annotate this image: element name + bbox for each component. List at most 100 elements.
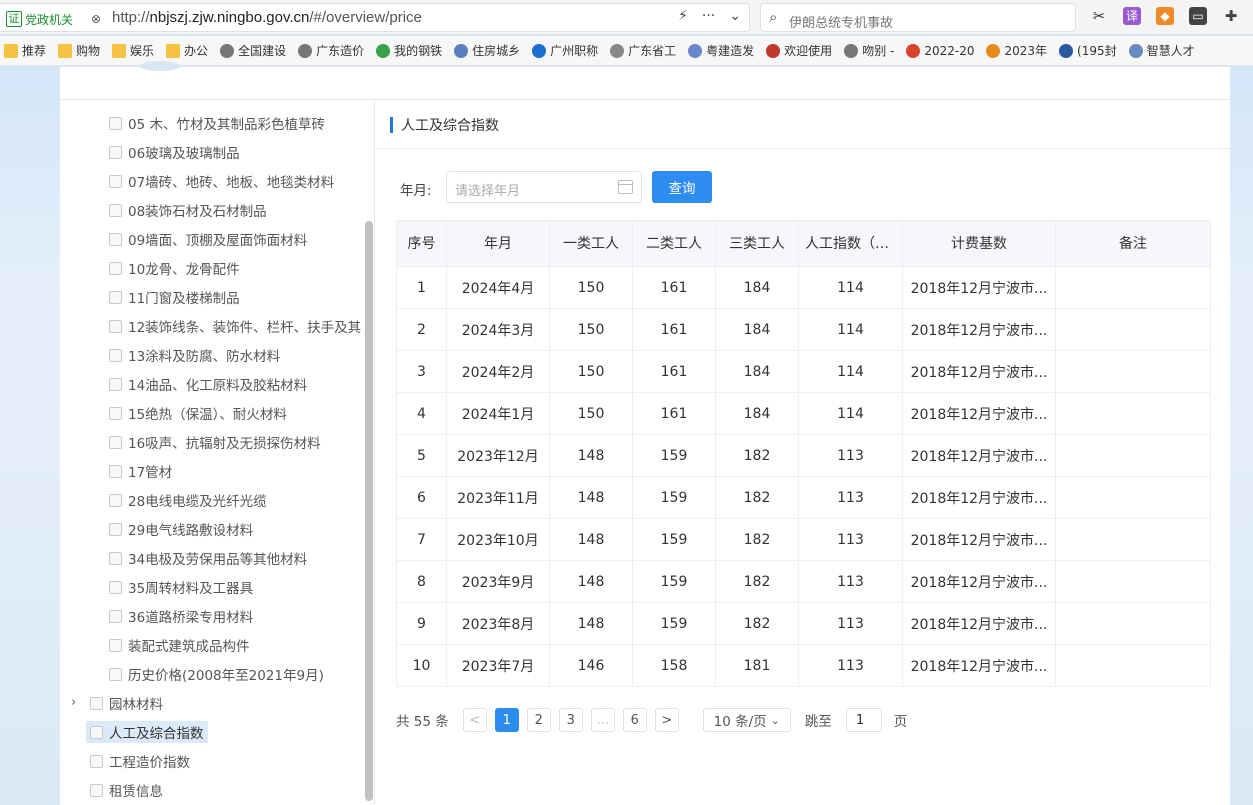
tree-checkbox[interactable] — [109, 261, 122, 275]
game-icon[interactable]: ◆ — [1156, 7, 1174, 25]
bookmark-item[interactable]: 粤建造发 — [684, 42, 762, 59]
tree-checkbox[interactable] — [109, 435, 122, 449]
chevron-right-icon[interactable]: › — [71, 695, 76, 710]
bookmark-item[interactable]: 2022-20 — [902, 43, 982, 58]
tree-item[interactable]: 14油品、化工原料及胶粘材料 — [109, 373, 307, 395]
tree-checkbox[interactable] — [109, 406, 122, 420]
bookmark-item[interactable]: 住房城乡 — [450, 42, 528, 59]
tree-item[interactable]: 15绝热（保温）、耐火材料 — [109, 402, 287, 424]
tree-item[interactable]: 历史价格(2008年至2021年9月) — [109, 663, 324, 685]
jump-page-input[interactable]: 1 — [845, 708, 882, 732]
page-number-button[interactable]: 2 — [526, 708, 551, 732]
tree-checkbox[interactable] — [109, 580, 122, 594]
sidebar-scrollbar[interactable] — [365, 221, 373, 801]
tree-checkbox[interactable] — [90, 696, 103, 710]
bookmark-item[interactable]: 推荐 — [0, 42, 54, 59]
tree-checkbox[interactable] — [109, 667, 122, 681]
browser-search-box[interactable]: ⌕ 伊朗总统专机事故 — [760, 3, 1076, 32]
url-box[interactable]: 证 党政机关 ⊗ http://nbjszj.zjw.ningbo.gov.cn… — [0, 3, 750, 32]
url-text[interactable]: http://nbjszj.zjw.ningbo.gov.cn/#/overvi… — [112, 9, 422, 26]
next-page-button[interactable]: > — [654, 708, 679, 732]
tree-item[interactable]: 28电线电缆及光纤光缆 — [109, 489, 267, 511]
tree-checkbox[interactable] — [109, 145, 122, 159]
tree-item[interactable]: 07墙砖、地砖、地板、地毯类材料 — [109, 170, 334, 192]
tree-checkbox[interactable] — [109, 319, 122, 333]
table-row[interactable]: 3 2024年2月 150 161 184 114 2018年12月宁波市... — [396, 350, 1211, 393]
bookmark-item[interactable]: 吻别 - — [840, 42, 902, 59]
bookmark-item[interactable]: 全国建设 — [216, 42, 294, 59]
translate-icon[interactable]: 译 — [1123, 7, 1141, 25]
tree-checkbox[interactable] — [90, 783, 103, 797]
column-header[interactable]: 年月 — [446, 220, 550, 267]
tree-item[interactable]: 工程造价指数 — [90, 750, 190, 772]
prev-page-button[interactable]: < — [462, 708, 487, 732]
tree-checkbox[interactable] — [109, 522, 122, 536]
tree-item[interactable]: 29电气线路敷设材料 — [109, 518, 253, 540]
tree-item[interactable]: 13涂料及防腐、防水材料 — [109, 344, 280, 366]
table-row[interactable]: 10 2023年7月 146 158 181 113 2018年12月宁波市... — [396, 644, 1211, 687]
tree-item[interactable]: 16吸声、抗辐射及无损探伤材料 — [109, 431, 321, 453]
bookmark-item[interactable]: 办公 — [162, 42, 216, 59]
column-header[interactable]: 二类工人 — [632, 220, 716, 267]
column-header[interactable]: 序号 — [396, 220, 447, 267]
tree-checkbox[interactable] — [90, 754, 103, 768]
page-number-button[interactable]: 6 — [622, 708, 647, 732]
tree-item[interactable]: 装配式建筑成品构件 — [109, 634, 250, 656]
column-header[interactable]: 计费基数 — [902, 220, 1056, 267]
bookmark-item[interactable]: 广东省工 — [606, 42, 684, 59]
query-button[interactable]: 查询 — [652, 171, 712, 203]
column-header[interactable]: 人工指数（%） — [798, 220, 903, 267]
tree-item[interactable]: 园林材料 — [90, 692, 163, 714]
not-secure-icon[interactable]: ⊗ — [88, 11, 104, 27]
tree-item[interactable]: 12装饰线条、装饰件、栏杆、扶手及其 — [109, 315, 361, 337]
month-picker-input[interactable]: 请选择年月 — [446, 171, 642, 203]
tree-checkbox[interactable] — [109, 609, 122, 623]
tree-checkbox[interactable] — [109, 174, 122, 188]
tree-checkbox[interactable] — [109, 377, 122, 391]
bookmark-item[interactable]: 2023年 — [982, 42, 1055, 59]
bookmark-item[interactable]: 广州职称 — [528, 42, 606, 59]
table-row[interactable]: 4 2024年1月 150 161 184 114 2018年12月宁波市... — [396, 392, 1211, 435]
tree-checkbox[interactable] — [109, 348, 122, 362]
tree-item[interactable]: 09墙面、顶棚及屋面饰面材料 — [109, 228, 307, 250]
column-header[interactable]: 备注 — [1055, 220, 1211, 267]
tree-checkbox[interactable] — [109, 638, 122, 652]
page-number-button[interactable]: 1 — [494, 708, 519, 732]
tree-checkbox[interactable] — [109, 493, 122, 507]
table-row[interactable]: 2 2024年3月 150 161 184 114 2018年12月宁波市... — [396, 308, 1211, 351]
bookmark-item[interactable]: (195封 — [1055, 42, 1125, 59]
tree-checkbox[interactable] — [109, 232, 122, 246]
tree-item[interactable]: 租赁信息 — [90, 779, 163, 801]
scissors-icon[interactable]: ✂ — [1090, 7, 1108, 25]
tree-item[interactable]: 08装饰石材及石材制品 — [109, 199, 267, 221]
column-header[interactable]: 一类工人 — [549, 220, 633, 267]
page-size-select[interactable]: 10 条/页 ⌄ — [702, 708, 791, 732]
lightning-icon[interactable]: ⚡ — [678, 8, 688, 24]
tree-checkbox[interactable] — [109, 290, 122, 304]
column-header[interactable]: 三类工人 — [715, 220, 799, 267]
bookmark-item[interactable]: 广东造价 — [294, 42, 372, 59]
reader-icon[interactable]: ▭ — [1189, 7, 1207, 25]
tree-item[interactable]: 17管材 — [109, 460, 172, 482]
tree-checkbox[interactable] — [109, 203, 122, 217]
tree-checkbox[interactable] — [109, 551, 122, 565]
table-row[interactable]: 1 2024年4月 150 161 184 114 2018年12月宁波市... — [396, 266, 1211, 309]
tree-checkbox[interactable] — [90, 725, 103, 739]
tree-item[interactable]: 人工及综合指数 — [86, 721, 208, 743]
bookmark-item[interactable]: 欢迎使用 — [762, 42, 840, 59]
table-row[interactable]: 8 2023年9月 148 159 182 113 2018年12月宁波市... — [396, 560, 1211, 603]
table-row[interactable]: 6 2023年11月 148 159 182 113 2018年12月宁波市... — [396, 476, 1211, 519]
tree-item[interactable]: 05 木、竹材及其制品彩色植草砖 — [109, 112, 325, 134]
tree-item[interactable]: 10龙骨、龙骨配件 — [109, 257, 240, 279]
tree-item[interactable]: 36道路桥梁专用材料 — [109, 605, 253, 627]
tree-checkbox[interactable] — [109, 116, 122, 130]
bookmark-item[interactable]: 购物 — [54, 42, 108, 59]
bookmark-item[interactable]: 我的钢铁 — [372, 42, 450, 59]
tree-item[interactable]: 11门窗及楼梯制品 — [109, 286, 240, 308]
chevron-down-icon[interactable]: ⌄ — [729, 8, 741, 24]
more-icon[interactable]: ··· — [702, 8, 715, 24]
bookmark-item[interactable]: 智慧人才 — [1125, 42, 1203, 59]
table-row[interactable]: 7 2023年10月 148 159 182 113 2018年12月宁波市... — [396, 518, 1211, 561]
tree-item[interactable]: 06玻璃及玻璃制品 — [109, 141, 240, 163]
page-number-button[interactable]: 3 — [558, 708, 583, 732]
